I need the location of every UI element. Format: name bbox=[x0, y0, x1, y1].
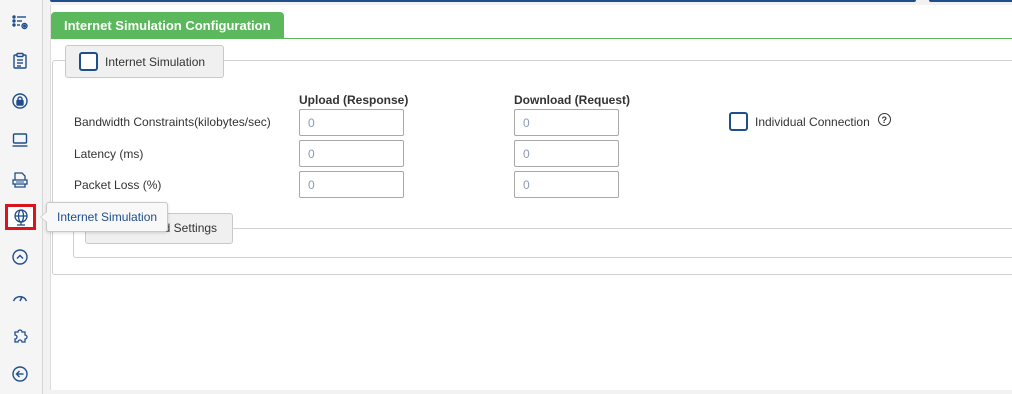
chevron-up-circle-icon[interactable] bbox=[6, 243, 34, 271]
globe-icon[interactable] bbox=[5, 204, 36, 230]
document-icon[interactable] bbox=[6, 166, 34, 194]
individual-connection-label: Individual Connection bbox=[755, 114, 870, 129]
packet-loss-download-input[interactable] bbox=[514, 171, 619, 198]
bandwidth-label: Bandwidth Constraints(kilobytes/sec) bbox=[74, 115, 271, 129]
download-column-header: Download (Request) bbox=[514, 93, 630, 107]
list-settings-icon[interactable] bbox=[6, 8, 34, 36]
internet-simulation-checkbox[interactable] bbox=[79, 52, 98, 71]
latency-download-input[interactable] bbox=[514, 140, 619, 167]
plugin-icon[interactable] bbox=[6, 322, 34, 350]
lock-icon[interactable] bbox=[6, 87, 34, 115]
internet-simulation-toggle[interactable]: Internet Simulation bbox=[65, 45, 225, 78]
packet-loss-upload-input[interactable] bbox=[299, 171, 404, 198]
tab-underline bbox=[51, 38, 1012, 39]
latency-upload-input[interactable] bbox=[299, 140, 404, 167]
sidebar-tooltip: Internet Simulation bbox=[39, 202, 169, 232]
speedometer-icon[interactable] bbox=[6, 283, 34, 311]
upload-column-header: Upload (Response) bbox=[299, 93, 409, 107]
top-accent-bar bbox=[50, 0, 916, 2]
bandwidth-upload-input[interactable] bbox=[299, 109, 404, 136]
arrow-left-circle-icon[interactable] bbox=[6, 360, 34, 388]
monitor-icon[interactable] bbox=[6, 126, 34, 154]
internet-simulation-label: Internet Simulation bbox=[105, 54, 206, 69]
top-accent-bar-right bbox=[929, 0, 1012, 2]
latency-label: Latency (ms) bbox=[74, 147, 144, 161]
individual-connection-checkbox[interactable] bbox=[729, 112, 748, 131]
help-icon[interactable]: ? bbox=[877, 113, 891, 126]
clipboard-icon[interactable] bbox=[6, 47, 34, 75]
bandwidth-download-input[interactable] bbox=[514, 109, 619, 136]
tab-internet-simulation-configuration[interactable]: Internet Simulation Configuration bbox=[51, 12, 284, 39]
main-panel: Internet Simulation Configuration Intern… bbox=[50, 5, 1012, 390]
individual-connection-option: Individual Connection ? bbox=[729, 112, 891, 131]
sidebar bbox=[0, 0, 43, 394]
packet-loss-label: Packet Loss (%) bbox=[74, 178, 162, 192]
